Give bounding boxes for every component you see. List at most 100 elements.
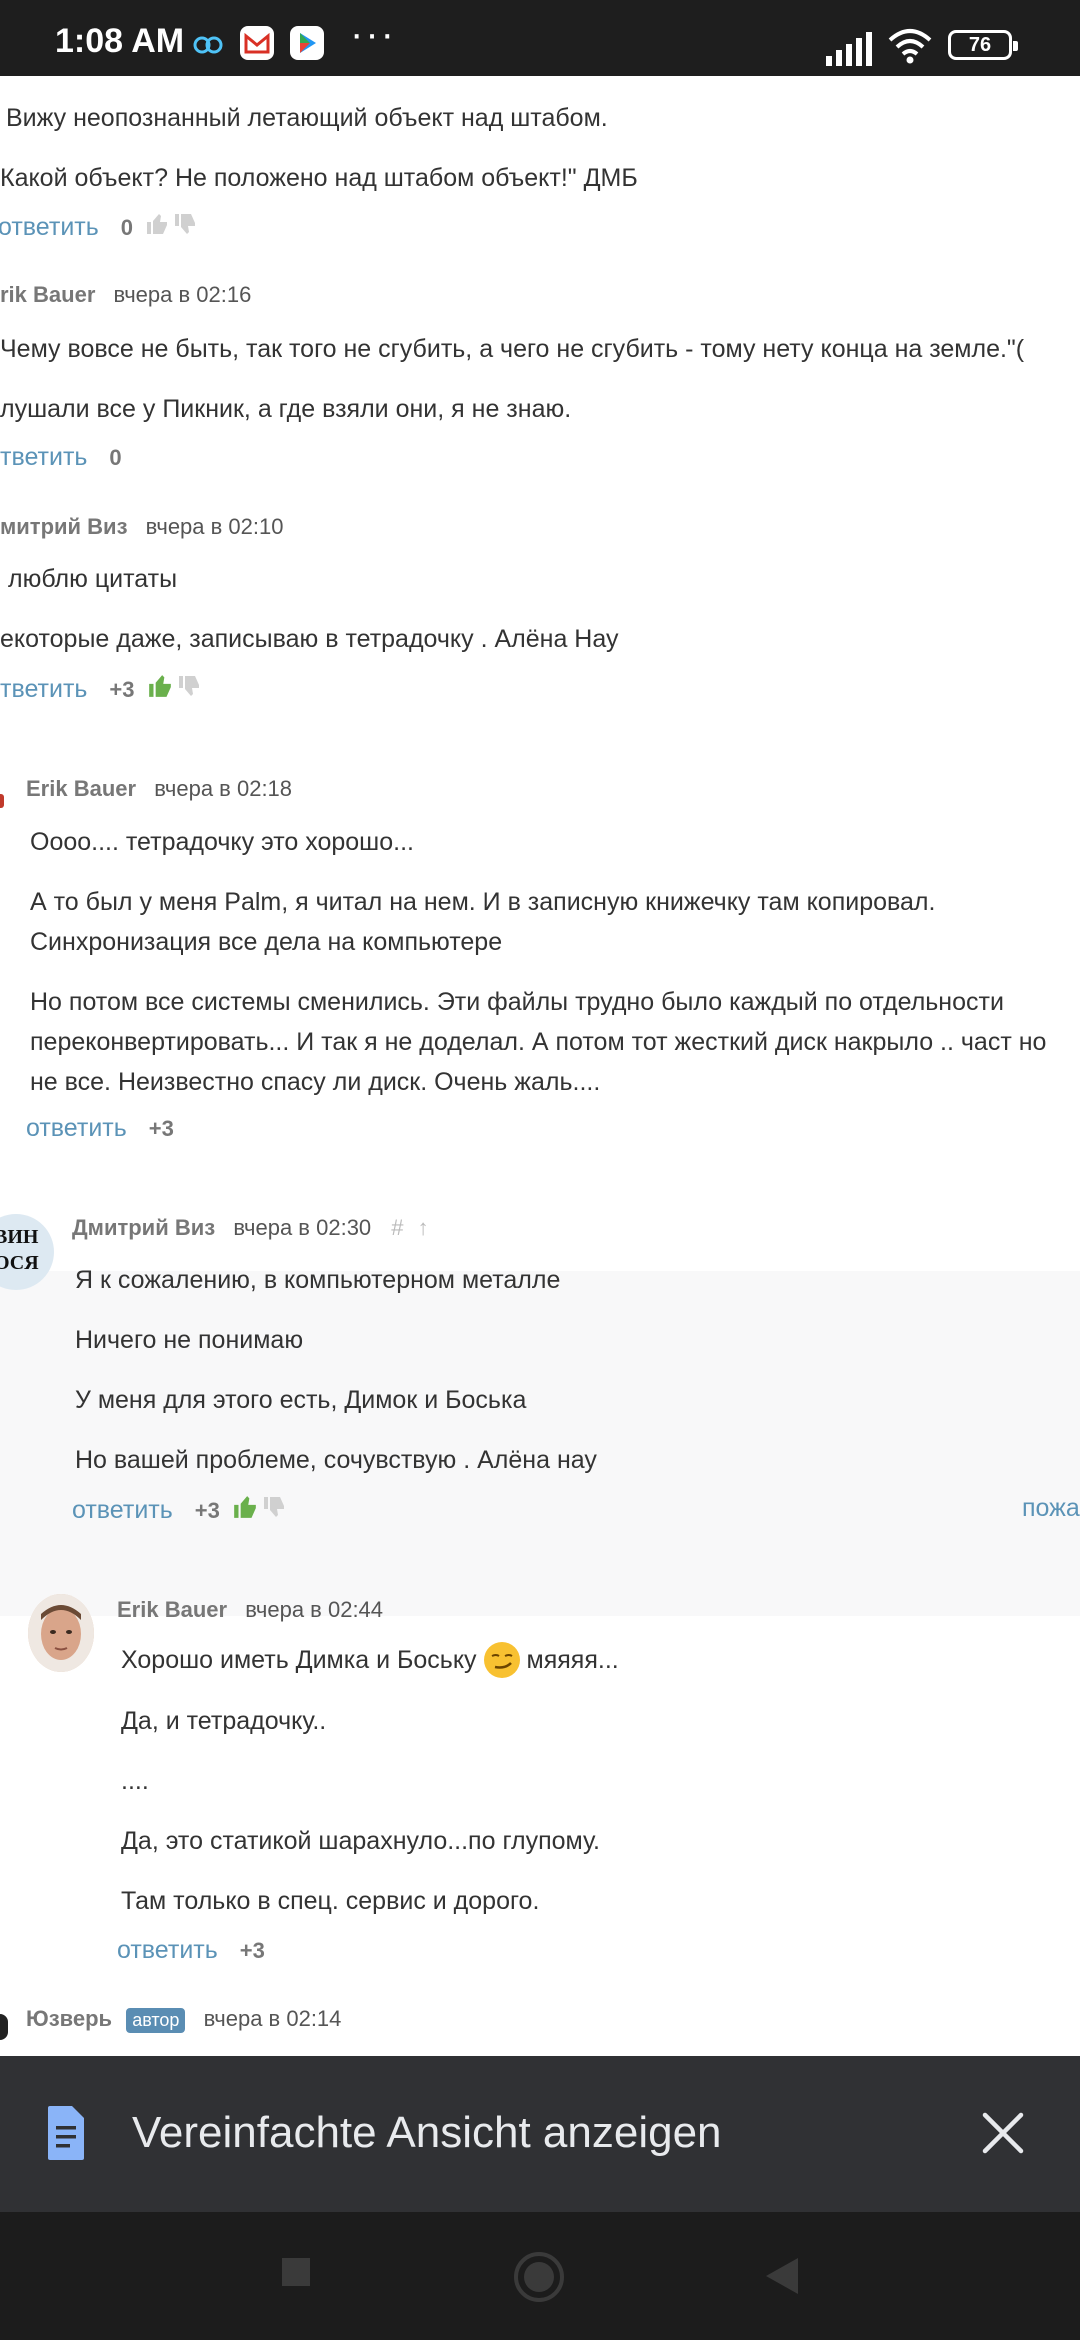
comment-text-block: люблю цитаты (8, 559, 177, 599)
status-bar: 1:08 AM ··· 76 (0, 0, 1080, 76)
reply-link[interactable]: ответить (72, 1496, 173, 1525)
comments-list: Вижу неопознанный летающий объект над шт… (0, 76, 1080, 2056)
comment-header: rik Bauer вчера в 02:16 (0, 282, 251, 308)
thumbs-down-icon[interactable] (177, 674, 201, 705)
comment-text-block: Да, это статикой шарахнуло...по глупому. (121, 1821, 600, 1861)
comment-actions: тветить 0 (0, 443, 122, 472)
rating-score: +3 (194, 1497, 220, 1523)
comment-text-block: Оооо.... тетрадочку это хорошо... (30, 822, 414, 862)
wifi-icon (888, 29, 932, 64)
smirk-emoji-icon (483, 1642, 520, 1678)
rating-score: +3 (109, 676, 135, 702)
more-notifications-icon: ··· (350, 12, 396, 56)
comment-text-block: Да, и тетрадочку.. (121, 1701, 326, 1741)
comment-actions: ответить +3 (117, 1936, 265, 1965)
comment-text-block: екоторые даже, записываю в тетрадочку . … (0, 619, 618, 659)
thumbs-down-icon[interactable] (173, 212, 197, 243)
comment-author[interactable]: Юзверь (26, 2006, 112, 2031)
back-icon[interactable] (764, 2256, 800, 2296)
comment-text: люблю цитаты (8, 565, 178, 593)
avatar-edge (0, 794, 4, 808)
reply-link[interactable]: ответить (117, 1936, 218, 1965)
comment-text-block: Какой объект? Не положено над штабом объ… (0, 158, 638, 198)
reply-link[interactable]: ответить (0, 213, 99, 242)
comment-date[interactable]: вчера в 02:18 (154, 776, 292, 801)
face-icon (28, 1594, 94, 1672)
comment-text: У меня для этого есть, Димок и Боська (75, 1386, 527, 1414)
comment-text: Оооо.... тетрадочку это хорошо... (30, 828, 414, 856)
rating-score: 0 (109, 444, 122, 470)
rating-score: +3 (148, 1115, 174, 1141)
comment-text: лушали все у Пикник, а где взяли они, я … (0, 395, 572, 423)
comment-text: Ничего не понимаю (75, 1326, 304, 1354)
comment-text-block: лушали все у Пикник, а где взяли они, я … (0, 389, 571, 429)
avatar-text: ВИН (0, 1226, 39, 1248)
comment-date[interactable]: вчера в 02:44 (245, 1597, 383, 1622)
comment-header: Erik Bauer вчера в 02:44 (117, 1597, 383, 1623)
comment-text: мяяяя... (526, 1646, 619, 1674)
clock: 1:08 AM (55, 22, 185, 60)
comment-actions: ответить +3 (72, 1494, 286, 1527)
avatar[interactable] (28, 1594, 94, 1672)
recents-icon[interactable] (280, 2256, 312, 2288)
comment: Вижу неопознанный летающий объект над шт… (6, 98, 608, 138)
comment-author[interactable]: Дмитрий Виз (72, 1215, 215, 1240)
comment-author[interactable]: rik Bauer (0, 282, 95, 307)
comment-text: екоторые даже, записываю в тетрадочку . … (0, 625, 619, 653)
comment-text: Я к сожалению, в компьютерном металле (75, 1266, 561, 1294)
play-store-icon (290, 26, 324, 60)
signal-icon (826, 32, 872, 66)
cloud-sync-icon (193, 36, 223, 54)
comment-text: Какой объект? Не положено над штабом объ… (0, 164, 638, 192)
comment-text: Да, и тетрадочку.. (121, 1707, 327, 1735)
comment-date[interactable]: вчера в 02:14 (204, 2006, 342, 2031)
comment-text-block: Но потом все системы сменились. Эти файл… (30, 982, 1080, 1102)
comment-date[interactable]: вчера в 02:16 (114, 282, 252, 307)
close-icon[interactable] (980, 2110, 1026, 2156)
comment-text-block: Я к сожалению, в компьютерном металле (75, 1260, 560, 1300)
thumbs-up-icon[interactable] (147, 673, 173, 706)
gmail-icon (240, 26, 274, 60)
avatar-edge (0, 2014, 8, 2040)
comment-header: Erik Bauer вчера в 02:18 (26, 776, 292, 802)
complain-link[interactable]: пожа (1022, 1494, 1080, 1523)
comment-date[interactable]: вчера в 02:10 (146, 514, 284, 539)
parent-arrow-icon[interactable]: ↑ (418, 1215, 429, 1240)
document-icon (48, 2106, 84, 2160)
comment-header: Юзверь автор вчера в 02:14 (26, 2006, 341, 2033)
complain-label: пожа (1022, 1494, 1080, 1522)
comment-text: Чему вовсе не быть, так того не сгубить,… (0, 335, 1025, 363)
comment-text-block: Там только в спец. сервис и дорого. (121, 1881, 539, 1921)
comment-author[interactable]: Erik Bauer (117, 1597, 227, 1622)
permalink-hash[interactable]: # (391, 1215, 403, 1240)
comment-text-block: Ничего не понимаю (75, 1320, 303, 1360)
comment-text: Вижу неопознанный летающий объект над шт… (6, 104, 608, 132)
comment-text: .... (121, 1767, 149, 1795)
simplified-view-prompt[interactable]: Vereinfachte Ansicht anzeigen (0, 2056, 1080, 2212)
comment-date[interactable]: вчера в 02:30 (233, 1215, 371, 1240)
rating-score: 0 (120, 214, 134, 240)
thumbs-up-icon[interactable] (145, 212, 169, 243)
reply-link[interactable]: ответить (26, 1114, 127, 1143)
author-badge: автор (126, 2008, 186, 2033)
thumbs-up-icon[interactable] (232, 1494, 258, 1527)
comment-text-block: Но вашей проблеме, сочувствую . Алёна на… (75, 1440, 597, 1480)
comment-actions: ответить 0 (0, 212, 197, 243)
comment-author[interactable]: митрий Виз (0, 514, 128, 539)
reply-link[interactable]: тветить (0, 675, 87, 704)
comment-text-block: Хорошо иметь Димка и Боську мяяяя... (121, 1640, 619, 1680)
comment-text-block: .... (121, 1761, 149, 1801)
avatar-text: ОСЯ (0, 1252, 39, 1274)
reply-link[interactable]: тветить (0, 443, 87, 472)
home-icon[interactable] (512, 2250, 566, 2304)
comment-author[interactable]: Erik Bauer (26, 776, 136, 801)
simplified-view-label[interactable]: Vereinfachte Ansicht anzeigen (132, 2108, 722, 2158)
system-nav-bar (0, 2212, 1080, 2340)
battery-icon: 76 (948, 30, 1018, 60)
thumbs-down-icon[interactable] (262, 1495, 286, 1526)
comment-actions: ответить +3 (26, 1114, 174, 1143)
comment-text-block: А то был у меня Palm, я читал на нем. И … (30, 882, 1080, 962)
comment-header: митрий Виз вчера в 02:10 (0, 514, 284, 540)
comment-text: Но вашей проблеме, сочувствую . Алёна на… (75, 1446, 597, 1474)
comment-text: Да, это статикой шарахнуло...по глупому. (121, 1827, 600, 1855)
